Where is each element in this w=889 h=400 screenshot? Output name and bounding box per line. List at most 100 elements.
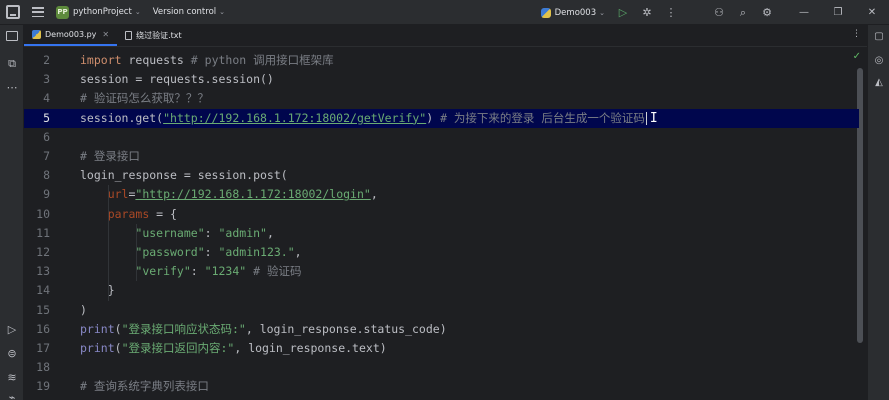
code-token: , — [294, 245, 302, 259]
ai-assistant-icon[interactable]: ◎ — [873, 55, 885, 67]
tab-bypass-verify[interactable]: 绕过验证.txt — [117, 25, 190, 46]
code-line[interactable]: 11 "username": "admin", — [24, 224, 859, 243]
code-token: "password" — [135, 245, 205, 259]
left-tool-strip: ⧉ ⋯ ▷ ⊜ ≋ ⌁ — [0, 25, 24, 400]
close-icon[interactable]: ✕ — [855, 7, 889, 18]
code-line[interactable]: 13 "verify": "1234" # 验证码 — [24, 262, 859, 281]
code-token: # python 调用接口框架库 — [190, 53, 334, 67]
code-token: session.get( — [80, 110, 164, 125]
line-number: 4 — [43, 91, 50, 106]
code-line[interactable]: 17 print("登录接口返回内容:", login_response.text… — [24, 339, 859, 358]
terminal-icon[interactable]: ⌁ — [5, 391, 19, 400]
line-number: 11 — [36, 225, 50, 240]
search-icon[interactable]: ⌕ — [737, 6, 749, 20]
code-token: # 查询系统字典列表接口 — [80, 379, 209, 394]
chevron-down-icon[interactable]: ⌄ — [599, 9, 605, 17]
code-token: : — [204, 225, 219, 240]
more-icon[interactable]: ⋮ — [852, 29, 861, 39]
code-line[interactable]: 3 session = requests.session() — [24, 70, 859, 89]
tab-demo003[interactable]: Demo003.py ✕ — [24, 25, 118, 46]
close-icon[interactable]: ✕ — [102, 30, 109, 39]
project-name[interactable]: pythonProject — [73, 7, 132, 17]
code-text: "username": "admin", — [80, 224, 274, 243]
code-text: session = requests.session() — [80, 70, 274, 89]
project-folder-icon[interactable] — [5, 29, 19, 43]
code-token: print — [80, 341, 115, 355]
line-number: 7 — [43, 149, 50, 163]
line-number: 10 — [36, 206, 50, 221]
code-token: ( — [114, 321, 122, 336]
line-number: 12 — [36, 245, 50, 259]
add-user-icon[interactable]: ⚇ — [713, 6, 725, 19]
code-token: params — [107, 206, 150, 221]
code-text: # 查询系统字典列表接口 — [80, 377, 209, 396]
code-token: "admin" — [218, 225, 267, 240]
code-line[interactable]: 18 — [24, 358, 859, 377]
line-number: 3 — [43, 72, 50, 87]
code-token: url — [107, 187, 129, 202]
code-line[interactable]: 19 # 查询系统字典列表接口 — [24, 377, 859, 396]
structure-icon[interactable]: ⧉ — [5, 57, 19, 71]
line-number: 18 — [36, 360, 50, 375]
chevron-down-icon[interactable]: ⌄ — [219, 8, 225, 16]
code-token: , login_response.status_code) — [245, 321, 447, 336]
code-line[interactable]: 5 session.get("http://192.168.1.172:18002… — [24, 108, 859, 128]
code-text: session.get("http://192.168.1.172:18002/… — [80, 109, 658, 128]
editor-tabs: Demo003.py ✕ 绕过验证.txt ⋮ — [24, 25, 867, 47]
code-token: print — [80, 321, 115, 336]
code-token: # 登录接口 — [80, 149, 140, 163]
chevron-down-icon[interactable]: ⌄ — [135, 8, 141, 16]
code-token: "username" — [135, 225, 205, 240]
settings-icon[interactable]: ⚙ — [761, 6, 773, 19]
ibeam-cursor-icon: I — [649, 110, 658, 126]
code-token: ( — [114, 341, 122, 355]
code-token: , — [370, 187, 378, 202]
indent-guide — [108, 185, 109, 301]
code-line[interactable]: 6 — [24, 128, 859, 147]
code-token: # 为接下来的登录 后台生成一个验证码 — [440, 110, 645, 125]
python-file-icon — [32, 30, 41, 39]
code-editor[interactable]: ✓ 2 import requests # python 调用接口框架库 3 sess… — [24, 48, 867, 400]
code-token: import — [80, 53, 122, 67]
debug-icon[interactable]: ✲ — [641, 6, 653, 19]
line-number: 17 — [36, 341, 50, 355]
code-line[interactable]: 12 "password": "admin123.", — [24, 243, 859, 262]
code-line[interactable]: 7 # 登录接口 — [24, 147, 859, 166]
code-token: "http://192.168.1.172:18002/login" — [135, 187, 371, 202]
code-text: print("登录接口返回内容:", login_response.text) — [80, 339, 387, 358]
code-token: login_response = session.post( — [80, 168, 288, 183]
code-line[interactable]: 2 import requests # python 调用接口框架库 — [24, 51, 859, 70]
indent-guide — [136, 223, 137, 282]
run-configuration[interactable]: Demo003 — [555, 8, 596, 18]
line-number: 2 — [43, 53, 50, 67]
more-tools-icon[interactable]: ⋯ — [5, 81, 19, 95]
project-badge[interactable]: PP — [56, 5, 69, 19]
notifications-icon[interactable]: ▢ — [873, 31, 885, 43]
run-tool-icon[interactable]: ▷ — [5, 323, 19, 337]
line-number: 6 — [43, 129, 50, 144]
code-token: } — [80, 283, 115, 298]
code-line[interactable]: 15) — [24, 301, 859, 320]
more-icon[interactable]: ⋮ — [665, 6, 677, 19]
code-line[interactable]: 10 params = { — [24, 205, 859, 224]
code-line[interactable]: 9 url="http://192.168.1.172:18002/login"… — [24, 185, 859, 204]
maximize-icon[interactable]: ❐ — [821, 7, 855, 18]
code-token: requests — [121, 53, 191, 67]
code-token: : — [190, 264, 205, 279]
code-line[interactable]: 8 login_response = session.post( — [24, 166, 859, 185]
code-token: ) — [426, 110, 441, 125]
line-number: 8 — [43, 168, 50, 183]
minimize-icon[interactable]: — — [787, 7, 821, 18]
version-control-menu[interactable]: Version control — [153, 7, 216, 17]
python-console-icon[interactable]: ⊜ — [5, 347, 19, 361]
line-number: 19 — [36, 379, 50, 394]
plugins-icon[interactable]: ◭ — [873, 77, 885, 89]
main-menu-icon[interactable] — [32, 7, 44, 17]
run-icon[interactable]: ▷ — [617, 6, 629, 19]
layers-icon[interactable]: ≋ — [5, 371, 19, 385]
tab-label: 绕过验证.txt — [136, 31, 182, 40]
code-line[interactable]: 16 print("登录接口响应状态码:", login_response.sta… — [24, 320, 859, 339]
code-line[interactable]: 4 # 验证码怎么获取？？？ — [24, 89, 859, 108]
code-line[interactable]: 14 } — [24, 281, 859, 300]
code-token: # 验证码怎么获取？？？ — [80, 91, 209, 106]
